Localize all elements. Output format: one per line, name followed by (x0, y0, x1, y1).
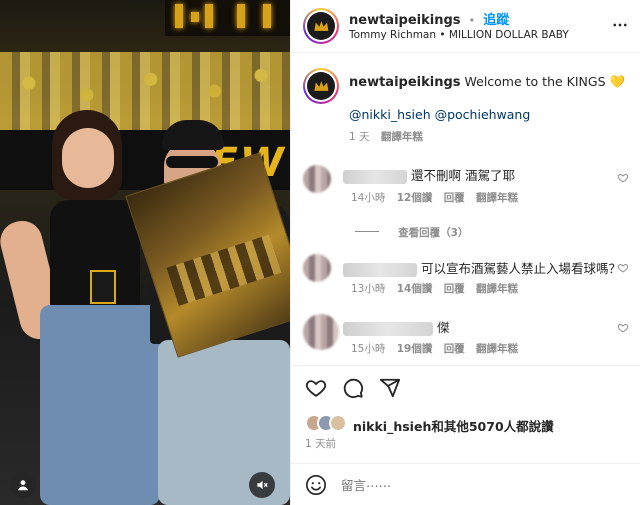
scoreboard (165, 0, 290, 36)
replies-divider (355, 231, 379, 232)
comment-3: 傑 (343, 317, 450, 336)
share-button[interactable] (379, 377, 401, 403)
account-username[interactable]: newtaipeikings (349, 13, 461, 28)
caption-username[interactable]: newtaipeikings (349, 75, 461, 90)
comment-translate[interactable]: 翻譯年糕 (476, 192, 518, 204)
comment-text: 還不刪啊 酒駕了耶 (410, 168, 515, 183)
comment-likes[interactable]: 19個讚 (397, 343, 433, 355)
view-replies-label: 查看回覆（3） (398, 227, 469, 239)
comment-3-meta: 15小時 19個讚 回覆 翻譯年糕 (351, 341, 518, 356)
likes-summary[interactable]: nikki_hsieh和其他5070人都說讚 (353, 416, 554, 435)
comment-like-icon[interactable] (617, 262, 629, 274)
liker-avatars[interactable] (305, 413, 347, 433)
comment-translate[interactable]: 翻譯年糕 (476, 343, 518, 355)
likes-rest: 和其他5070人都說讚 (431, 419, 554, 434)
comment-1-meta: 14小時 12個讚 回覆 翻譯年糕 (351, 190, 518, 205)
heart-icon (305, 380, 327, 397)
comment-reply-button[interactable]: 回覆 (444, 192, 465, 204)
comment-time[interactable]: 13小時 (351, 283, 385, 295)
caption-mentions[interactable]: @nikki_hsieh @pochiehwang (349, 107, 530, 122)
comment-reply-button[interactable]: 回覆 (444, 283, 465, 295)
comment-avatar[interactable] (303, 165, 331, 193)
woman-figure (0, 110, 160, 505)
lanyard-badge (90, 270, 116, 304)
actions-divider (291, 365, 640, 366)
comment-2: 可以宣布酒駕藝人禁止入場看球嗎？ (343, 258, 621, 277)
more-icon (613, 23, 627, 27)
comment-2-meta: 13小時 14個讚 回覆 翻譯年糕 (351, 281, 518, 296)
comment-username-blurred[interactable] (343, 169, 407, 184)
share-icon (379, 378, 401, 398)
post-header: newtaipeikings • 追蹤 Tommy Richman • MILL… (291, 0, 640, 53)
comment-button[interactable] (342, 377, 364, 403)
comment-1: 還不刪啊 酒駕了耶 (343, 165, 515, 184)
music-attribution[interactable]: Tommy Richman • MILLION DOLLAR BABY (349, 29, 569, 41)
view-replies-button[interactable]: 查看回覆（3） (355, 221, 468, 240)
liker-avatar (329, 414, 347, 432)
mute-button[interactable] (249, 472, 275, 498)
comment-like-icon[interactable] (617, 322, 629, 334)
user-tag-icon (18, 480, 28, 491)
emoji-icon (306, 475, 326, 495)
user-tag-button[interactable] (10, 472, 36, 498)
comment-time[interactable]: 14小時 (351, 192, 385, 204)
comment-like-icon[interactable] (617, 172, 629, 184)
kings-crown-logo (313, 81, 328, 91)
caption-avatar[interactable] (303, 68, 339, 104)
mute-icon (257, 480, 268, 490)
post-details-panel: newtaipeikings • 追蹤 Tommy Richman • MILL… (290, 0, 640, 505)
separator-dot: • (468, 14, 476, 27)
kings-crown-logo (313, 21, 328, 31)
post-age[interactable]: 1 天前 (305, 436, 336, 451)
comment-time[interactable]: 15小時 (351, 343, 385, 355)
yellow-heart-emoji: 💛 (609, 74, 626, 89)
caption-text: Welcome to the KINGS (464, 74, 606, 89)
comment-composer (291, 463, 640, 505)
comment-avatar[interactable] (303, 254, 331, 282)
more-options-button[interactable] (611, 16, 629, 38)
comment-avatar[interactable] (303, 314, 339, 350)
emoji-button[interactable] (305, 474, 327, 500)
like-button[interactable] (305, 377, 327, 403)
caption-translate[interactable]: 翻譯年糕 (381, 131, 423, 143)
comment-username-blurred[interactable] (343, 321, 433, 336)
comment-reply-button[interactable]: 回覆 (444, 343, 465, 355)
caption-time[interactable]: 1 天 (349, 131, 370, 143)
caption: newtaipeikings Welcome to the KINGS 💛 (349, 74, 629, 91)
comment-icon (343, 378, 364, 399)
comment-translate[interactable]: 翻譯年糕 (476, 283, 518, 295)
caption-meta: 1 天 翻譯年糕 (349, 129, 423, 144)
comment-username-blurred[interactable] (343, 262, 417, 277)
account-avatar[interactable] (303, 8, 339, 44)
follow-button[interactable]: 追蹤 (483, 13, 509, 28)
comment-text: 傑 (436, 320, 450, 335)
likes-first-user[interactable]: nikki_hsieh (353, 419, 431, 434)
comment-input[interactable] (341, 475, 621, 495)
comment-text: 可以宣布酒駕藝人禁止入場看球嗎？ (420, 261, 621, 276)
comment-likes[interactable]: 14個讚 (397, 283, 433, 295)
post-photo[interactable]: NEW T (0, 0, 290, 505)
comment-likes[interactable]: 12個讚 (397, 192, 433, 204)
